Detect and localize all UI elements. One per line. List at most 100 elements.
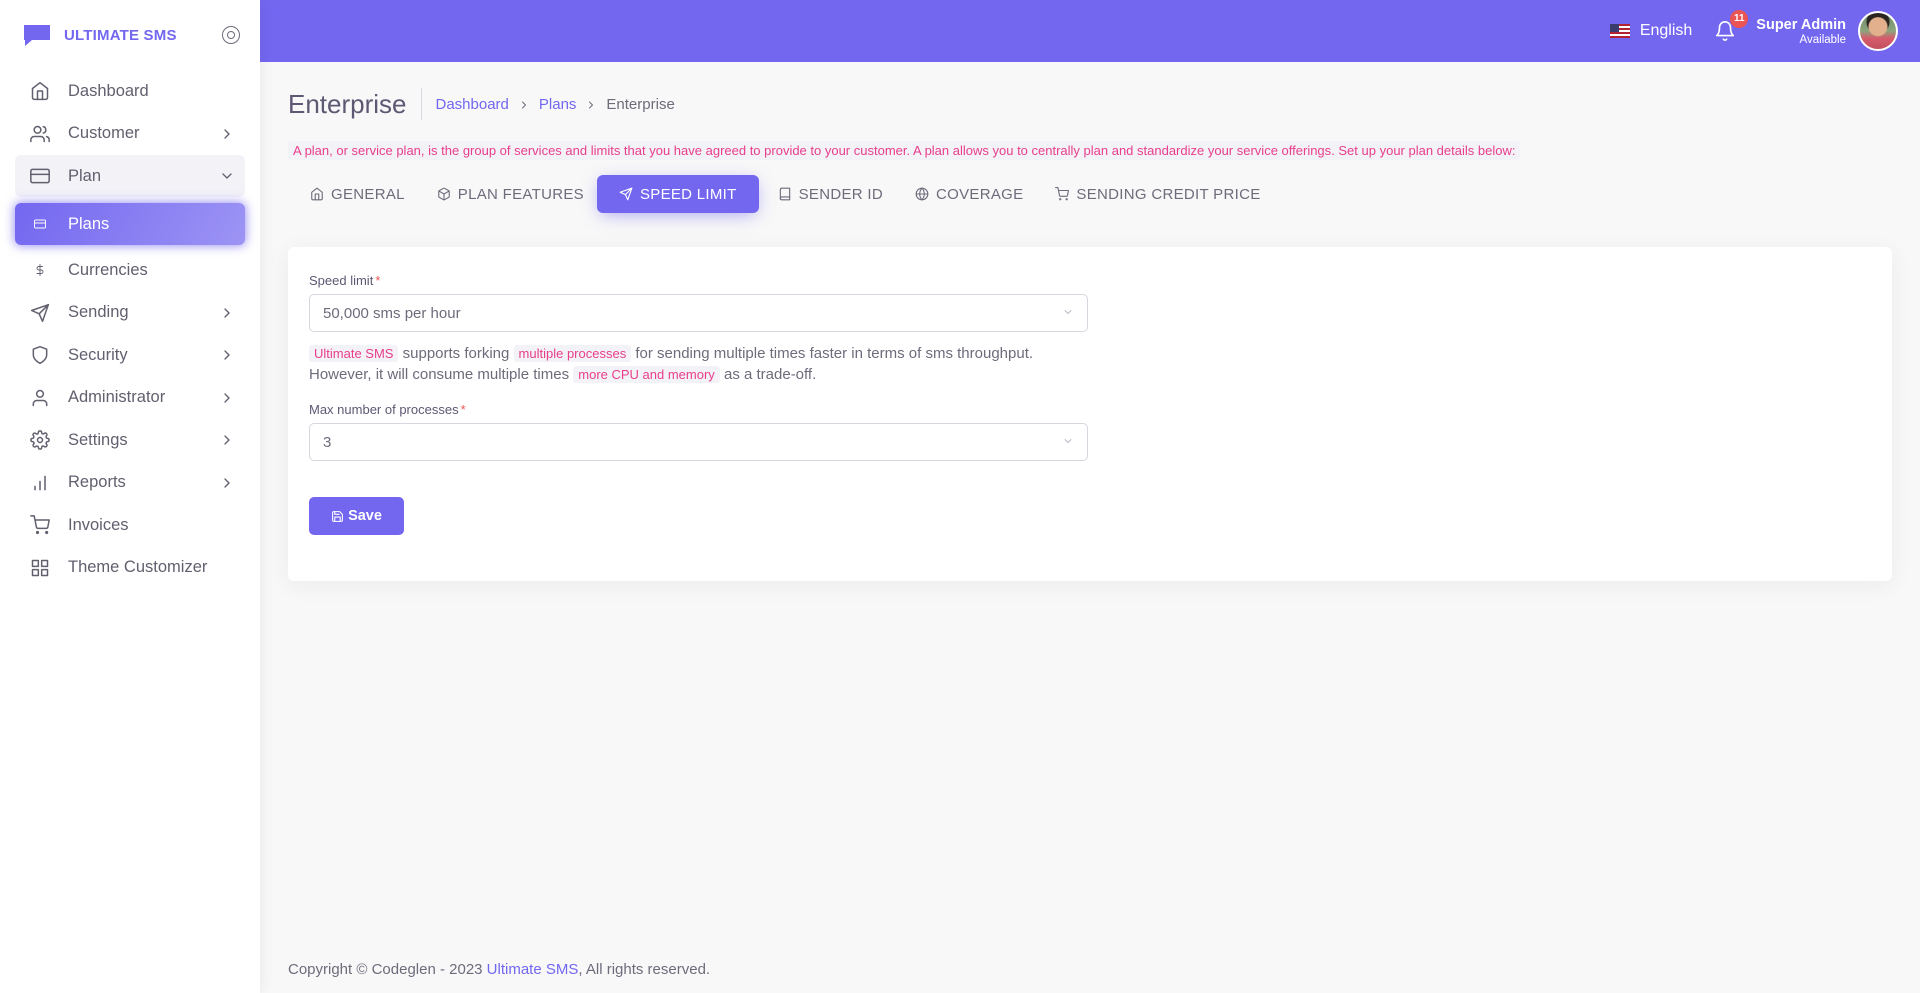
avatar[interactable] <box>1858 11 1898 51</box>
footer-link[interactable]: Ultimate SMS <box>487 961 579 978</box>
breadcrumb-dashboard[interactable]: Dashboard <box>436 96 509 113</box>
help-code-multiple-processes: multiple processes <box>513 345 632 362</box>
tab-label: SENDING CREDIT PRICE <box>1076 185 1261 203</box>
required-mark: * <box>375 273 381 288</box>
send-icon <box>619 187 633 201</box>
sidebar-item-invoices[interactable]: Invoices <box>15 504 245 546</box>
breadcrumb-current: Enterprise <box>606 95 675 113</box>
help-text: as a trade-off. <box>719 366 817 383</box>
sidebar-item-plans[interactable]: Plans <box>15 203 245 245</box>
speed-limit-help-text: Ultimate SMS supports forking multiple p… <box>309 343 1099 385</box>
sidebar-item-label: Plans <box>68 214 110 233</box>
footer-suffix: , All rights reserved. <box>578 961 711 978</box>
sidebar: ULTIMATE SMS Dashboard Customer Plan Pla… <box>0 0 260 993</box>
us-flag-icon <box>1609 24 1630 38</box>
chevron-down-icon <box>219 168 235 184</box>
top-navbar: English 11 Super Admin Available <box>260 0 1920 62</box>
sidebar-item-label: Theme Customizer <box>68 558 208 576</box>
tab-label: SPEED LIMIT <box>639 185 737 203</box>
save-icon <box>332 510 343 522</box>
user-status: Available <box>1799 33 1846 46</box>
tab-sender-id[interactable]: SENDER ID <box>769 175 906 213</box>
sidebar-item-label: Reports <box>68 473 126 491</box>
sidebar-item-label: Dashboard <box>68 81 149 100</box>
brand[interactable]: ULTIMATE SMS <box>0 0 260 70</box>
chevron-right-icon <box>219 126 235 142</box>
required-mark: * <box>460 402 466 417</box>
save-label: Save <box>348 508 382 524</box>
max-processes-value: 3 <box>323 433 332 451</box>
shopping-cart-icon <box>30 515 50 535</box>
breadcrumb-plans[interactable]: Plans <box>539 96 577 113</box>
tab-sending-credit-price[interactable]: SENDING CREDIT PRICE <box>1046 175 1283 213</box>
user-icon <box>30 388 50 408</box>
brand-name: ULTIMATE SMS <box>64 26 177 44</box>
tab-coverage[interactable]: COVERAGE <box>906 175 1046 213</box>
sidebar-item-label: Administrator <box>68 388 166 406</box>
chevron-right-icon <box>219 390 235 406</box>
speed-limit-label: Speed limit * <box>309 273 1871 288</box>
max-processes-select[interactable]: 3 <box>309 423 1088 461</box>
user-menu[interactable]: Super Admin Available <box>1756 17 1846 46</box>
sidebar-item-settings[interactable]: Settings <box>15 419 245 461</box>
home-icon <box>30 81 50 101</box>
grid-icon <box>30 558 50 578</box>
send-icon <box>30 303 50 323</box>
sidebar-item-customer[interactable]: Customer <box>15 113 245 155</box>
sidebar-nav: Dashboard Customer Plan Plans Currencies… <box>0 70 260 589</box>
speed-limit-value: 50,000 sms per hour <box>323 304 461 322</box>
sidebar-item-currencies[interactable]: Currencies <box>15 249 245 291</box>
chevron-down-icon <box>1062 305 1074 322</box>
language-dropdown[interactable]: English <box>1609 22 1692 40</box>
tab-plan-features[interactable]: PLAN FEATURES <box>428 175 607 213</box>
footer: Copyright © Codeglen - 2023 Ultimate SMS… <box>288 961 710 978</box>
tab-label: PLAN FEATURES <box>457 185 584 203</box>
home-icon <box>310 187 324 201</box>
sidebar-item-security[interactable]: Security <box>15 334 245 376</box>
tab-speed-limit[interactable]: SPEED LIMIT <box>596 175 759 213</box>
sidebar-item-dashboard[interactable]: Dashboard <box>15 70 245 112</box>
user-name: Super Admin <box>1756 16 1846 33</box>
tab-label: GENERAL <box>331 185 405 203</box>
chevron-right-icon <box>219 347 235 363</box>
tab-general[interactable]: GENERAL <box>301 175 428 213</box>
max-processes-label: Max number of processes * <box>309 402 1871 417</box>
chevron-down-icon <box>1062 434 1074 451</box>
speed-limit-label-text: Speed limit <box>309 273 374 288</box>
sidebar-item-theme-customizer[interactable]: Theme Customizer <box>15 547 245 589</box>
plan-tabs: GENERAL PLAN FEATURES SPEED LIMIT SENDER… <box>288 175 1892 213</box>
package-icon <box>437 187 451 201</box>
globe-icon <box>915 187 929 201</box>
chevron-right-icon <box>518 98 530 110</box>
chevron-right-icon <box>219 432 235 448</box>
footer-copyright: Copyright © Codeglen - 2023 <box>288 961 487 978</box>
chat-logo-icon <box>22 23 52 47</box>
shopping-cart-icon <box>1055 187 1070 201</box>
speed-limit-card: Speed limit * 50,000 sms per hour Ultimat… <box>288 247 1892 581</box>
plan-info-note: A plan, or service plan, is the group of… <box>288 141 1521 160</box>
sidebar-item-reports[interactable]: Reports <box>15 462 245 504</box>
sidebar-item-administrator[interactable]: Administrator <box>15 377 245 419</box>
speed-limit-select[interactable]: 50,000 sms per hour <box>309 294 1088 332</box>
notifications-button[interactable]: 11 <box>1714 10 1749 42</box>
shield-icon <box>30 345 50 365</box>
sidebar-item-label: Invoices <box>68 515 129 534</box>
help-code-ultimate-sms: Ultimate SMS <box>309 345 399 362</box>
tab-label: SENDER ID <box>798 185 883 203</box>
page-title: Enterprise <box>288 88 422 120</box>
sidebar-item-label: Settings <box>68 430 128 449</box>
sidebar-toggle-icon[interactable] <box>222 26 240 44</box>
notification-count-badge: 11 <box>1730 10 1749 28</box>
sidebar-item-label: Plan <box>68 166 102 185</box>
max-processes-field: Max number of processes * 3 <box>309 402 1871 461</box>
bar-chart-icon <box>30 473 50 493</box>
sidebar-item-label: Sending <box>68 303 129 321</box>
dollar-icon <box>30 260 50 280</box>
sidebar-item-sending[interactable]: Sending <box>15 292 245 334</box>
breadcrumb: Dashboard Plans Enterprise <box>436 96 675 113</box>
save-button[interactable]: Save <box>309 497 404 535</box>
sidebar-item-label: Security <box>68 345 128 364</box>
users-icon <box>30 124 50 144</box>
content-header: Enterprise Dashboard Plans Enterprise <box>288 88 1892 120</box>
sidebar-item-plan[interactable]: Plan <box>15 155 245 197</box>
